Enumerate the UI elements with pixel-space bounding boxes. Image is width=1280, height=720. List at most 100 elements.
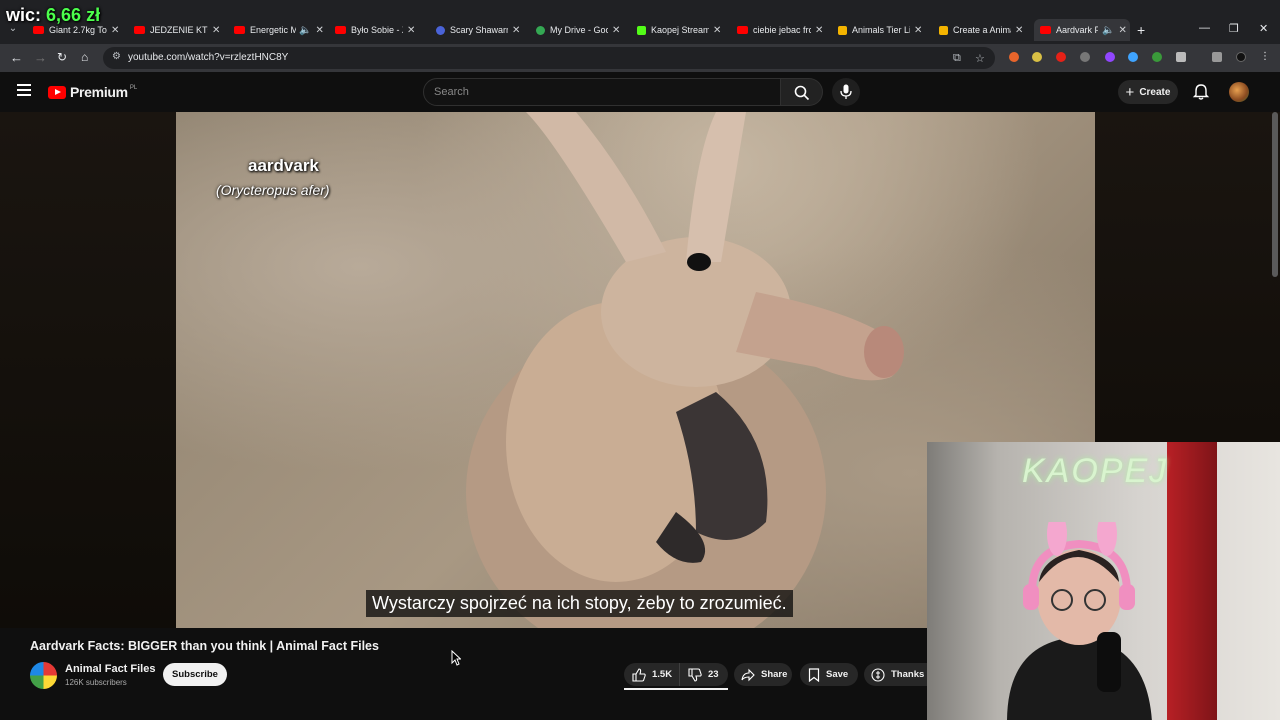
browser-tab[interactable]: Animals Tier Lis ✕ <box>838 19 922 41</box>
webcam-neon-sign: KAOPEJ <box>1022 452 1169 490</box>
browser-tab-active[interactable]: Aardvark F 🔈 ✕ <box>1034 19 1130 41</box>
mouse-cursor-icon <box>451 650 461 666</box>
search-button[interactable] <box>781 78 823 106</box>
tab-title: Giant 2.7kg To <box>49 25 107 35</box>
voice-search-button[interactable] <box>832 78 860 106</box>
close-tab-icon[interactable]: ✕ <box>512 25 520 36</box>
save-button[interactable]: Save <box>800 663 858 686</box>
bookmark-icon <box>808 667 820 682</box>
site-info-icon[interactable]: ⚙ <box>112 51 121 62</box>
like-button[interactable]: 1.5K <box>624 663 680 686</box>
tab-title: Scary Shawarm <box>450 25 508 35</box>
close-tab-icon[interactable]: ✕ <box>407 25 415 36</box>
extension-icon[interactable] <box>1056 52 1066 62</box>
audio-icon[interactable]: 🔈 <box>1102 25 1114 36</box>
account-avatar[interactable] <box>1229 82 1249 102</box>
close-tab-icon[interactable]: ✕ <box>612 25 620 36</box>
close-tab-icon[interactable]: ✕ <box>815 25 823 36</box>
media-control-icon[interactable] <box>1212 52 1222 62</box>
new-tab-button[interactable]: + <box>1137 22 1145 38</box>
search-input[interactable] <box>434 84 764 100</box>
youtube-favicon-icon <box>737 26 748 34</box>
drive-favicon-icon <box>536 25 545 35</box>
super-thanks-icon <box>871 667 885 682</box>
extension-icon[interactable] <box>1152 52 1162 62</box>
cast-icon[interactable]: ⧉ <box>953 52 961 65</box>
browser-menu-icon[interactable]: ⋮ <box>1260 52 1270 62</box>
address-bar[interactable]: ⚙ youtube.com/watch?v=rzleztHNC8Y ⧉ ☆ <box>103 47 995 69</box>
back-icon[interactable]: ← <box>10 50 23 65</box>
close-tab-icon[interactable]: ✕ <box>111 25 119 36</box>
restore-icon[interactable]: ❐ <box>1229 22 1239 35</box>
close-tab-icon[interactable]: ✕ <box>1015 25 1023 36</box>
share-icon <box>741 668 755 681</box>
close-tab-icon[interactable]: ✕ <box>914 25 922 36</box>
channel-avatar[interactable] <box>30 662 57 689</box>
donation-counter-overlay: wic: 6,66 zł <box>6 5 100 26</box>
youtube-play-icon <box>48 85 66 99</box>
profile-icon[interactable] <box>1236 52 1246 62</box>
browser-tab[interactable]: Energetic M 🔈 ✕ <box>234 19 324 41</box>
channel-name[interactable]: Animal Fact Files <box>65 663 155 675</box>
like-dislike-group: 1.5K 23 <box>624 663 728 686</box>
close-tab-icon[interactable]: ✕ <box>315 25 323 36</box>
youtube-premium-logo[interactable]: Premium PL <box>48 84 137 100</box>
browser-tab[interactable]: Create a Anima ✕ <box>939 19 1023 41</box>
tab-title: Create a Anima <box>953 25 1011 35</box>
close-tab-icon[interactable]: ✕ <box>1118 25 1126 36</box>
site-favicon-icon <box>939 25 948 35</box>
tab-title: ciebie jebac fro <box>753 25 811 35</box>
extensions-puzzle-icon[interactable] <box>1176 52 1186 62</box>
kick-favicon-icon <box>637 25 646 35</box>
extension-icon[interactable] <box>1032 52 1042 62</box>
browser-tab[interactable]: Kaopej Stream ✕ <box>637 19 721 41</box>
minimize-icon[interactable]: — <box>1199 22 1210 34</box>
video-overlay-title: aardvark <box>248 156 319 175</box>
page-scrollbar[interactable] <box>1272 112 1278 277</box>
logo-text: Premium <box>70 84 128 100</box>
youtube-favicon-icon <box>134 26 145 34</box>
notifications-bell-icon[interactable] <box>1192 83 1210 101</box>
dislike-count: 23 <box>708 669 719 680</box>
thanks-button[interactable]: Thanks <box>864 663 927 686</box>
audio-icon[interactable]: 🔈 <box>299 25 311 36</box>
tab-title: Kaopej Stream <box>651 25 709 35</box>
plus-icon: + <box>1125 83 1135 101</box>
share-button[interactable]: Share <box>734 663 792 686</box>
browser-tab[interactable]: Było Sobie - Zy ✕ <box>335 19 415 41</box>
search-icon <box>794 85 810 101</box>
screen: ⌄ Giant 2.7kg To ✕ JEDZENIE KTÓ ✕ Energe… <box>0 0 1280 720</box>
tab-title: JEDZENIE KTÓ <box>150 25 208 35</box>
bookmark-star-icon[interactable]: ☆ <box>975 52 985 65</box>
close-window-icon[interactable]: ✕ <box>1259 22 1268 35</box>
tab-title: Energetic M <box>250 25 296 35</box>
hamburger-menu-icon[interactable] <box>17 84 31 96</box>
youtube-favicon-icon <box>33 26 44 34</box>
browser-tab[interactable]: Scary Shawarm ✕ <box>436 19 520 41</box>
microphone-icon <box>840 84 852 99</box>
extension-icon[interactable] <box>1080 52 1090 62</box>
youtube-favicon-icon <box>234 26 245 34</box>
forward-icon[interactable]: → <box>34 50 47 65</box>
close-tab-icon[interactable]: ✕ <box>713 25 721 36</box>
browser-tab[interactable]: ciebie jebac fro ✕ <box>737 19 823 41</box>
extension-icon[interactable] <box>1009 52 1019 62</box>
search-box <box>423 78 781 106</box>
streamer-image <box>1007 522 1152 720</box>
dislike-button[interactable]: 23 <box>680 663 719 686</box>
browser-tab[interactable]: JEDZENIE KTÓ ✕ <box>134 19 220 41</box>
site-favicon-icon <box>436 25 445 35</box>
save-label: Save <box>826 669 849 680</box>
close-tab-icon[interactable]: ✕ <box>212 25 220 36</box>
country-code: PL <box>129 84 138 91</box>
extension-icon[interactable] <box>1105 52 1115 62</box>
home-icon[interactable]: ⌂ <box>81 50 88 64</box>
thanks-label: Thanks <box>891 669 925 680</box>
reload-icon[interactable]: ↻ <box>57 50 67 64</box>
extension-icon[interactable] <box>1128 52 1138 62</box>
tab-title: Animals Tier Lis <box>852 25 910 35</box>
create-button[interactable]: + Create <box>1118 80 1178 104</box>
tab-title: Aardvark F <box>1056 25 1098 35</box>
subscribe-button[interactable]: Subscribe <box>163 663 227 686</box>
browser-tab[interactable]: My Drive - Goo ✕ <box>536 19 620 41</box>
